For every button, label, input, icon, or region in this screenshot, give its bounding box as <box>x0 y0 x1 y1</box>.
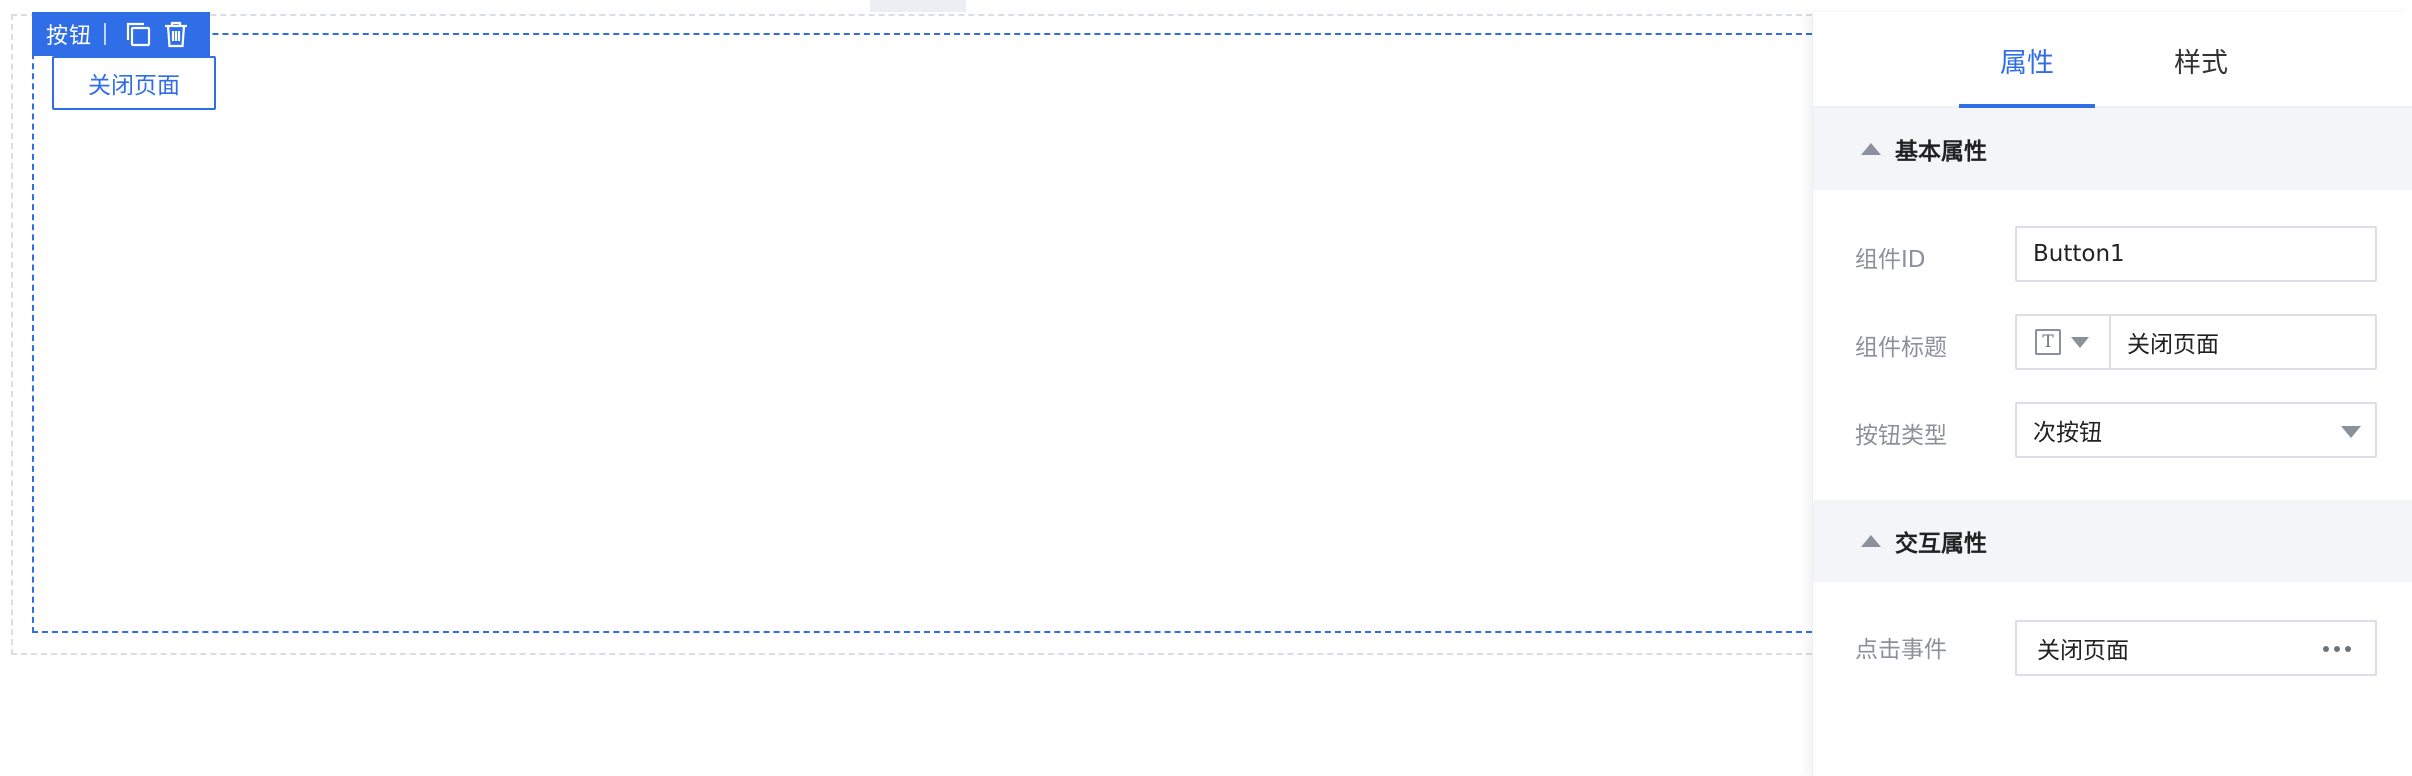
chevron-down-icon <box>2341 426 2361 438</box>
chevron-down-icon <box>2071 336 2089 348</box>
click-event-label: 点击事件 <box>1855 637 1947 663</box>
interaction-properties-header[interactable]: 交互属性 <box>1813 500 2412 582</box>
button-type-value: 次按钮 <box>2033 420 2102 446</box>
component-id-input[interactable]: Button1 <box>2015 226 2377 282</box>
section-title: 交互属性 <box>1895 531 1987 557</box>
section-title: 基本属性 <box>1895 139 1987 165</box>
button-type-select[interactable]: 次按钮 <box>2015 402 2377 458</box>
toolbar-divider <box>104 23 107 45</box>
title-type-dropdown[interactable]: T <box>2017 316 2111 368</box>
component-toolbar: 按钮 <box>32 12 211 56</box>
collapse-caret-icon <box>1861 143 1881 155</box>
close-page-button[interactable]: 关闭页面 <box>52 56 216 110</box>
component-type-label: 按钮 <box>46 24 93 49</box>
component-title-label: 组件标题 <box>1855 335 1947 361</box>
component-id-label: 组件ID <box>1855 247 1926 273</box>
basic-properties-header[interactable]: 基本属性 <box>1813 108 2412 190</box>
component-title-input[interactable]: 关闭页面 <box>2111 325 2219 359</box>
trash-icon[interactable] <box>160 18 192 50</box>
app-root: 按钮 关闭页面 属性 样式 基本属性 组件ID Button1 组件标题 T 关… <box>0 0 2412 776</box>
more-icon[interactable] <box>2323 646 2351 652</box>
text-type-icon: T <box>2035 329 2061 355</box>
tab-properties[interactable]: 属性 <box>1959 12 2095 108</box>
button-type-label: 按钮类型 <box>1855 423 1947 449</box>
click-event-value: 关闭页面 <box>2037 638 2129 664</box>
canvas-top-handle[interactable] <box>870 0 966 12</box>
property-panel: 属性 样式 基本属性 组件ID Button1 组件标题 T 关闭页面 按钮类型… <box>1812 12 2412 776</box>
design-canvas: 按钮 关闭页面 <box>0 0 1812 776</box>
selected-component-outline[interactable] <box>32 33 1812 633</box>
component-title-field: T 关闭页面 <box>2015 314 2377 370</box>
copy-icon[interactable] <box>122 18 154 50</box>
component-id-value: Button1 <box>2033 241 2125 267</box>
click-event-field[interactable]: 关闭页面 <box>2015 620 2377 676</box>
collapse-caret-icon <box>1861 535 1881 547</box>
tab-styles[interactable]: 样式 <box>2133 12 2269 108</box>
panel-tabs: 属性 样式 <box>1813 12 2412 108</box>
